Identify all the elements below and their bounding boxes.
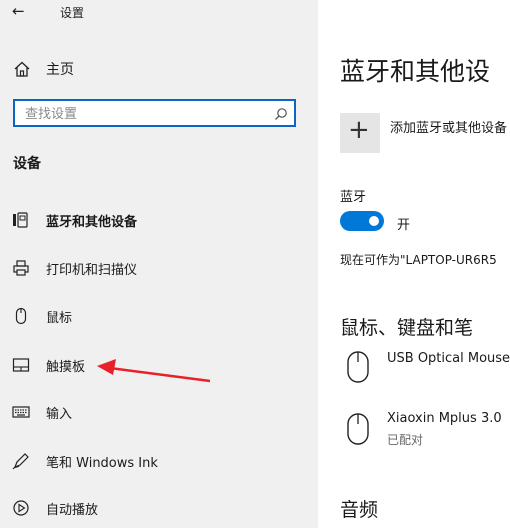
- bluetooth-toggle-state: 开: [397, 218, 411, 233]
- bluetooth-label: 蓝牙: [340, 190, 367, 205]
- mouse-icon: [347, 413, 369, 445]
- toggle-knob: [369, 216, 379, 226]
- bluetooth-toggle[interactable]: [340, 211, 384, 231]
- discoverable-text: 现在可作为"LAPTOP-UR6R5: [340, 253, 497, 267]
- section-title-mouse-keyboard-pen: 鼠标、键盘和笔: [340, 317, 474, 339]
- page-title: 蓝牙和其他设: [340, 57, 491, 86]
- device-status: 已配对: [387, 433, 424, 447]
- main-content: 蓝牙和其他设 + 添加蓝牙或其他设备 蓝牙 开 现在可作为"LAPTOP-UR6…: [318, 0, 510, 528]
- mouse-icon: [347, 351, 369, 383]
- add-device-label[interactable]: 添加蓝牙或其他设备: [390, 117, 507, 136]
- device-name[interactable]: USB Optical Mouse: [387, 351, 510, 366]
- device-name[interactable]: Xiaoxin Mplus 3.0: [387, 411, 502, 426]
- plus-icon: +: [348, 115, 370, 145]
- section-title-audio: 音频: [340, 499, 379, 521]
- add-device-button[interactable]: +: [340, 113, 380, 153]
- annotation-arrow: [97, 359, 211, 383]
